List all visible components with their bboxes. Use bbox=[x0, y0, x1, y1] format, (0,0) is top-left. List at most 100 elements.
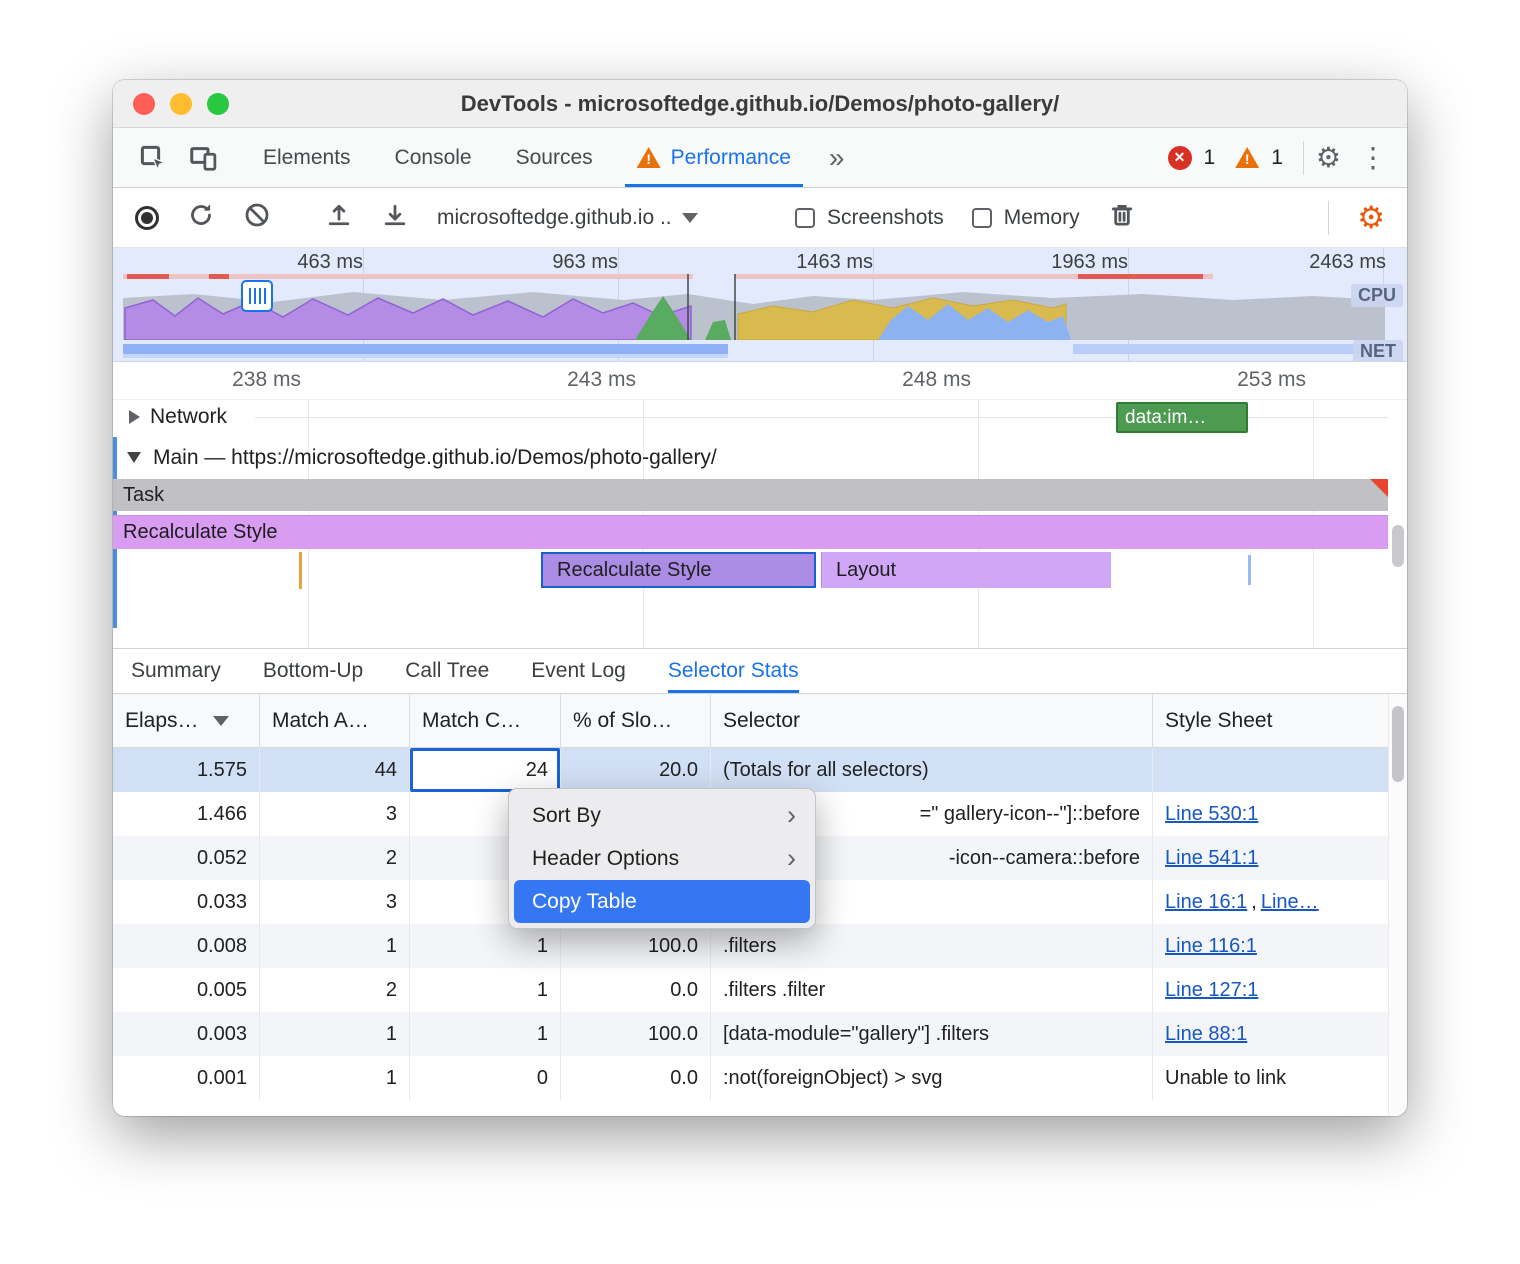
tab-console[interactable]: Console bbox=[373, 128, 494, 187]
minimize-window-button[interactable] bbox=[170, 93, 192, 115]
network-track[interactable]: Network data:im… bbox=[113, 400, 1388, 436]
error-count-icon[interactable]: ✕ bbox=[1168, 146, 1192, 170]
titlebar: DevTools - microsoftedge.github.io/Demos… bbox=[113, 80, 1407, 128]
network-request-bar[interactable]: data:im… bbox=[1116, 402, 1248, 433]
inspect-element-icon[interactable] bbox=[131, 136, 175, 180]
scrollbar-thumb[interactable] bbox=[1392, 706, 1404, 782]
memory-checkbox[interactable] bbox=[972, 208, 992, 228]
stylesheet-link[interactable]: Line 88:1 bbox=[1165, 1023, 1247, 1046]
network-activity-chart[interactable] bbox=[113, 340, 1407, 362]
error-count: 1 bbox=[1204, 146, 1216, 170]
task-event-bar[interactable]: Task bbox=[113, 479, 1388, 511]
save-profile-icon[interactable] bbox=[381, 201, 409, 234]
tab-bottom-up[interactable]: Bottom-Up bbox=[263, 649, 363, 693]
tracks-scrollbar[interactable] bbox=[1392, 525, 1404, 567]
column-header-match-c[interactable]: Match C… bbox=[410, 694, 561, 747]
cell-match-count: 0 bbox=[410, 1056, 561, 1100]
settings-gear-icon[interactable]: ⚙ bbox=[1316, 144, 1341, 172]
more-tabs-chevron[interactable]: » bbox=[829, 144, 845, 172]
stylesheet-link[interactable]: Line 127:1 bbox=[1165, 979, 1258, 1002]
stylesheet-link[interactable]: Line 116:1 bbox=[1165, 935, 1257, 958]
menu-item-copy-table[interactable]: Copy Table bbox=[514, 880, 810, 923]
table-row[interactable]: 0.00811100.0.filtersLine 116:1 bbox=[113, 924, 1407, 968]
stylesheet-link[interactable]: Line 16:1 bbox=[1165, 891, 1247, 914]
cell-style-sheet bbox=[1153, 748, 1407, 792]
menu-item-header-options[interactable]: Header Options› bbox=[514, 837, 810, 880]
stylesheet-link[interactable]: Line 541:1 bbox=[1165, 847, 1258, 870]
column-header-style-sheet[interactable]: Style Sheet bbox=[1153, 694, 1407, 747]
clear-recording-icon[interactable] bbox=[243, 201, 271, 234]
column-header-selector[interactable]: Selector bbox=[711, 694, 1153, 747]
tab-event-log[interactable]: Event Log bbox=[531, 649, 626, 693]
layout-event-label: Layout bbox=[836, 559, 896, 582]
record-button[interactable] bbox=[135, 206, 159, 230]
net-track-label: NET bbox=[1353, 340, 1403, 363]
cell-style-sheet: Line 88:1 bbox=[1153, 1012, 1407, 1056]
disclosure-triangle-icon[interactable] bbox=[129, 410, 140, 424]
column-header-elaps[interactable]: Elaps… bbox=[113, 694, 260, 747]
stylesheet-link[interactable]: Line 530:1 bbox=[1165, 803, 1258, 826]
overview-time-label: 963 ms bbox=[508, 251, 618, 274]
overview-time-label: 463 ms bbox=[253, 251, 363, 274]
table-row[interactable]: 0.00311100.0[data-module="gallery"] .fil… bbox=[113, 1012, 1407, 1056]
event-tick bbox=[299, 552, 302, 589]
cell-match-attempts: 3 bbox=[260, 880, 410, 924]
devtools-window: DevTools - microsoftedge.github.io/Demos… bbox=[113, 80, 1407, 1116]
overview-selection-handle[interactable] bbox=[241, 280, 273, 312]
table-row[interactable]: 1.575442420.0(Totals for all selectors) bbox=[113, 748, 1407, 792]
tab-call-tree[interactable]: Call Tree bbox=[405, 649, 489, 693]
tab-performance[interactable]: !Performance bbox=[615, 128, 813, 187]
column-header-match-a[interactable]: Match A… bbox=[260, 694, 410, 747]
collect-garbage-icon[interactable] bbox=[1108, 201, 1136, 234]
disclosure-triangle-icon[interactable] bbox=[127, 452, 141, 463]
overview-time-label: 2463 ms bbox=[1276, 251, 1386, 274]
cell-style-sheet: Line 127:1 bbox=[1153, 968, 1407, 1012]
table-row[interactable]: 0.001100.0:not(foreignObject) > svgUnabl… bbox=[113, 1056, 1407, 1100]
cell-match-attempts: 2 bbox=[260, 968, 410, 1012]
cell-match-count: 24 bbox=[410, 748, 561, 792]
bottom-tab-label: Summary bbox=[131, 659, 221, 683]
kebab-menu-icon[interactable]: ⋮ bbox=[1353, 144, 1393, 172]
cell-match-attempts: 1 bbox=[260, 1012, 410, 1056]
profile-select[interactable]: microsoftedge.github.io .. bbox=[437, 206, 767, 230]
main-track-header[interactable]: Main — https://microsoftedge.github.io/D… bbox=[113, 438, 1388, 477]
cell-elapsed: 0.033 bbox=[113, 880, 260, 924]
toolbar-right-group: ✕ 1 ! 1 ⚙ ⋮ bbox=[1168, 128, 1393, 187]
window-title: DevTools - microsoftedge.github.io/Demos… bbox=[461, 91, 1060, 117]
toolbar-divider bbox=[1328, 201, 1329, 235]
cpu-activity-chart[interactable] bbox=[113, 274, 1405, 340]
tab-selector-stats[interactable]: Selector Stats bbox=[668, 649, 799, 693]
menu-item-sort-by[interactable]: Sort By› bbox=[514, 794, 810, 837]
capture-settings-gear-icon[interactable]: ⚙ bbox=[1357, 202, 1385, 233]
bottom-tab-label: Call Tree bbox=[405, 659, 489, 683]
close-window-button[interactable] bbox=[133, 93, 155, 115]
zoom-window-button[interactable] bbox=[207, 93, 229, 115]
cell-match-attempts: 44 bbox=[260, 748, 410, 792]
table-row[interactable]: 0.005210.0.filters .filterLine 127:1 bbox=[113, 968, 1407, 1012]
tab-elements[interactable]: Elements bbox=[241, 128, 373, 187]
memory-label: Memory bbox=[1004, 206, 1080, 230]
timeline-overview[interactable]: 463 ms963 ms1463 ms1963 ms2463 ms CPU NE… bbox=[113, 248, 1407, 362]
ruler-time-label: 248 ms bbox=[861, 368, 971, 392]
table-scrollbar[interactable] bbox=[1388, 694, 1407, 1116]
load-profile-icon[interactable] bbox=[325, 201, 353, 234]
selected-recalculate-style-event[interactable]: Recalculate Style bbox=[541, 552, 816, 588]
warning-count-icon[interactable]: ! bbox=[1235, 147, 1259, 168]
device-toolbar-icon[interactable] bbox=[181, 136, 225, 180]
column-header-of-slo[interactable]: % of Slo… bbox=[561, 694, 711, 747]
cell-percent-slow: 100.0 bbox=[561, 924, 711, 968]
stylesheet-link[interactable]: Line… bbox=[1261, 891, 1319, 914]
cell-percent-slow: 0.0 bbox=[561, 1056, 711, 1100]
layout-event[interactable]: Layout bbox=[821, 552, 1111, 588]
screenshots-checkbox[interactable] bbox=[795, 208, 815, 228]
tab-sources[interactable]: Sources bbox=[494, 128, 615, 187]
cell-style-sheet: Line 116:1 bbox=[1153, 924, 1407, 968]
bottom-tab-label: Selector Stats bbox=[668, 659, 799, 683]
cell-style-sheet: Line 16:1,Line… bbox=[1153, 880, 1407, 924]
reload-and-record-icon[interactable] bbox=[187, 201, 215, 234]
column-header-label: % of Slo… bbox=[573, 709, 672, 733]
recalculate-style-bar[interactable]: Recalculate Style bbox=[113, 515, 1388, 549]
tab-summary[interactable]: Summary bbox=[131, 649, 221, 693]
menu-item-label: Header Options bbox=[532, 847, 679, 871]
cell-percent-slow: 20.0 bbox=[561, 748, 711, 792]
